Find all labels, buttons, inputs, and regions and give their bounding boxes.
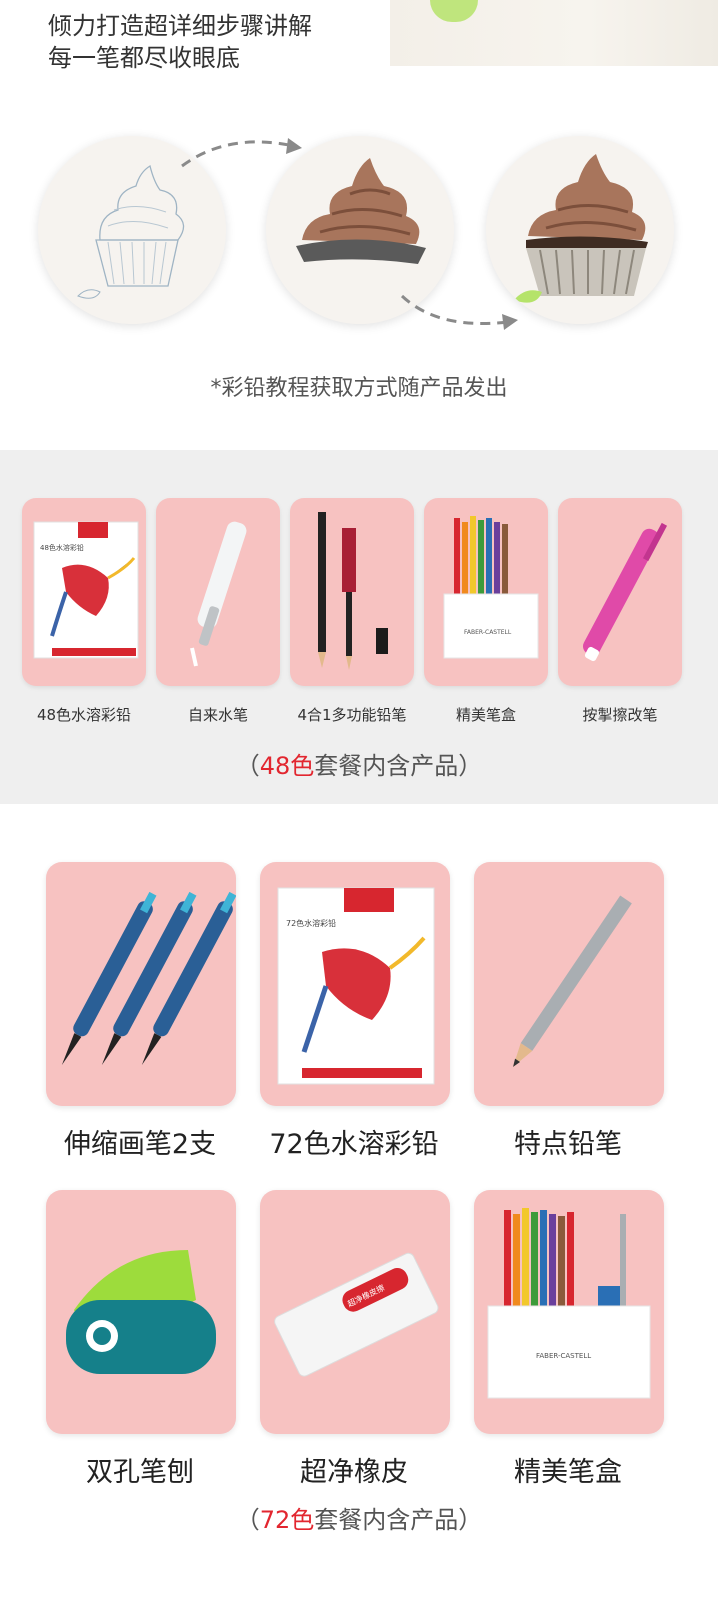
set72-label-4: 双孔笔刨 — [86, 1457, 194, 1488]
set72-label-6: 精美笔盒 — [514, 1457, 622, 1488]
set48-card-pencil-box[interactable]: 48色水溶彩铅 — [22, 498, 146, 686]
set48-card-multi-pencil[interactable] — [290, 498, 414, 686]
summary-rest-72: 套餐内含产品 — [314, 1506, 459, 1534]
summary-accent: 48色 — [259, 752, 315, 780]
summary-rest: 套餐内含产品 — [314, 752, 459, 780]
set72-card-pen-holder[interactable]: FABER-CASTELL — [474, 1190, 664, 1434]
finished-cupcake-icon — [514, 154, 648, 303]
set72-card-sharpener[interactable] — [46, 1190, 236, 1434]
pen-holder-icon: FABER-CASTELL — [443, 516, 539, 659]
set48-label-1: 48色水溶彩铅 — [36, 706, 132, 724]
multi-pencil-icon — [318, 512, 388, 670]
water-brush-icon — [190, 521, 247, 667]
set72-label-3: 特点铅笔 — [514, 1129, 622, 1160]
intro-line-1: 倾力打造超详细步骤讲解 — [48, 12, 312, 40]
set72-summary: （72色套餐内含产品） — [0, 1500, 718, 1535]
box-title-72: 72色水溶彩铅 — [286, 918, 336, 928]
set48-card-pen-holder[interactable]: FABER-CASTELL — [424, 498, 548, 686]
set72-card-brush-pens[interactable] — [46, 862, 236, 1106]
arrow-right-lower-icon — [400, 294, 518, 330]
set48-card-eraser-pen[interactable] — [558, 498, 682, 686]
step-finished-image — [486, 136, 674, 324]
intro-photo — [390, 0, 718, 66]
set48-label-4: 精美笔盒 — [455, 706, 516, 724]
grip-pencil-icon — [513, 895, 632, 1067]
brush-pens-icon — [61, 891, 236, 1065]
summary-close: ） — [458, 752, 483, 780]
summary-open: （ — [235, 752, 260, 780]
holder-brand-72: FABER-CASTELL — [536, 1352, 591, 1360]
pencil-box-72-icon: 72色水溶彩铅 — [277, 887, 435, 1085]
eraser-icon: 超净橡皮擦 — [274, 1252, 439, 1377]
set72-label-5: 超净橡皮 — [300, 1457, 408, 1488]
set72-card-grip-pencil[interactable] — [474, 862, 664, 1106]
box-title-48: 48色水溶彩铅 — [40, 543, 84, 552]
tutorial-steps — [0, 100, 718, 360]
set72-card-eraser[interactable]: 超净橡皮擦 — [260, 1190, 450, 1434]
tutorial-note: *彩铅教程获取方式随产品发出 — [210, 376, 508, 401]
set72-label-1: 伸缩画笔2支 — [63, 1129, 217, 1160]
set72-label-2: 72色水溶彩铅 — [269, 1129, 439, 1160]
pencil-box-icon: 48色水溶彩铅 — [33, 521, 139, 659]
set48-label-2: 自来水笔 — [187, 706, 248, 724]
intro-section: 倾力打造超详细步骤讲解 每一笔都尽收眼底 — [0, 0, 718, 72]
set48-summary: （48色套餐内含产品） — [0, 746, 718, 781]
summary-accent-72: 72色 — [259, 1506, 315, 1534]
set48-section: 48色水溶彩铅 48色水溶彩铅 自来水笔 4合1多功能铅笔 FABER-CAST… — [0, 450, 718, 804]
intro-line-2: 每一笔都尽收眼底 — [48, 44, 240, 72]
sharpener-icon — [66, 1250, 216, 1374]
eraser-pen-icon — [583, 522, 668, 662]
set48-label-3: 4合1多功能铅笔 — [297, 706, 407, 724]
set48-card-water-brush[interactable] — [156, 498, 280, 686]
set72-card-pencil-box[interactable]: 72色水溶彩铅 — [260, 862, 450, 1106]
summary-close-72: ） — [458, 1506, 483, 1534]
holder-brand: FABER-CASTELL — [464, 629, 512, 636]
leaf-illustration — [430, 0, 478, 22]
pen-holder-72-icon: FABER-CASTELL — [487, 1208, 651, 1399]
set48-label-5: 按掣擦改笔 — [582, 706, 658, 724]
summary-open-72: （ — [235, 1506, 260, 1534]
